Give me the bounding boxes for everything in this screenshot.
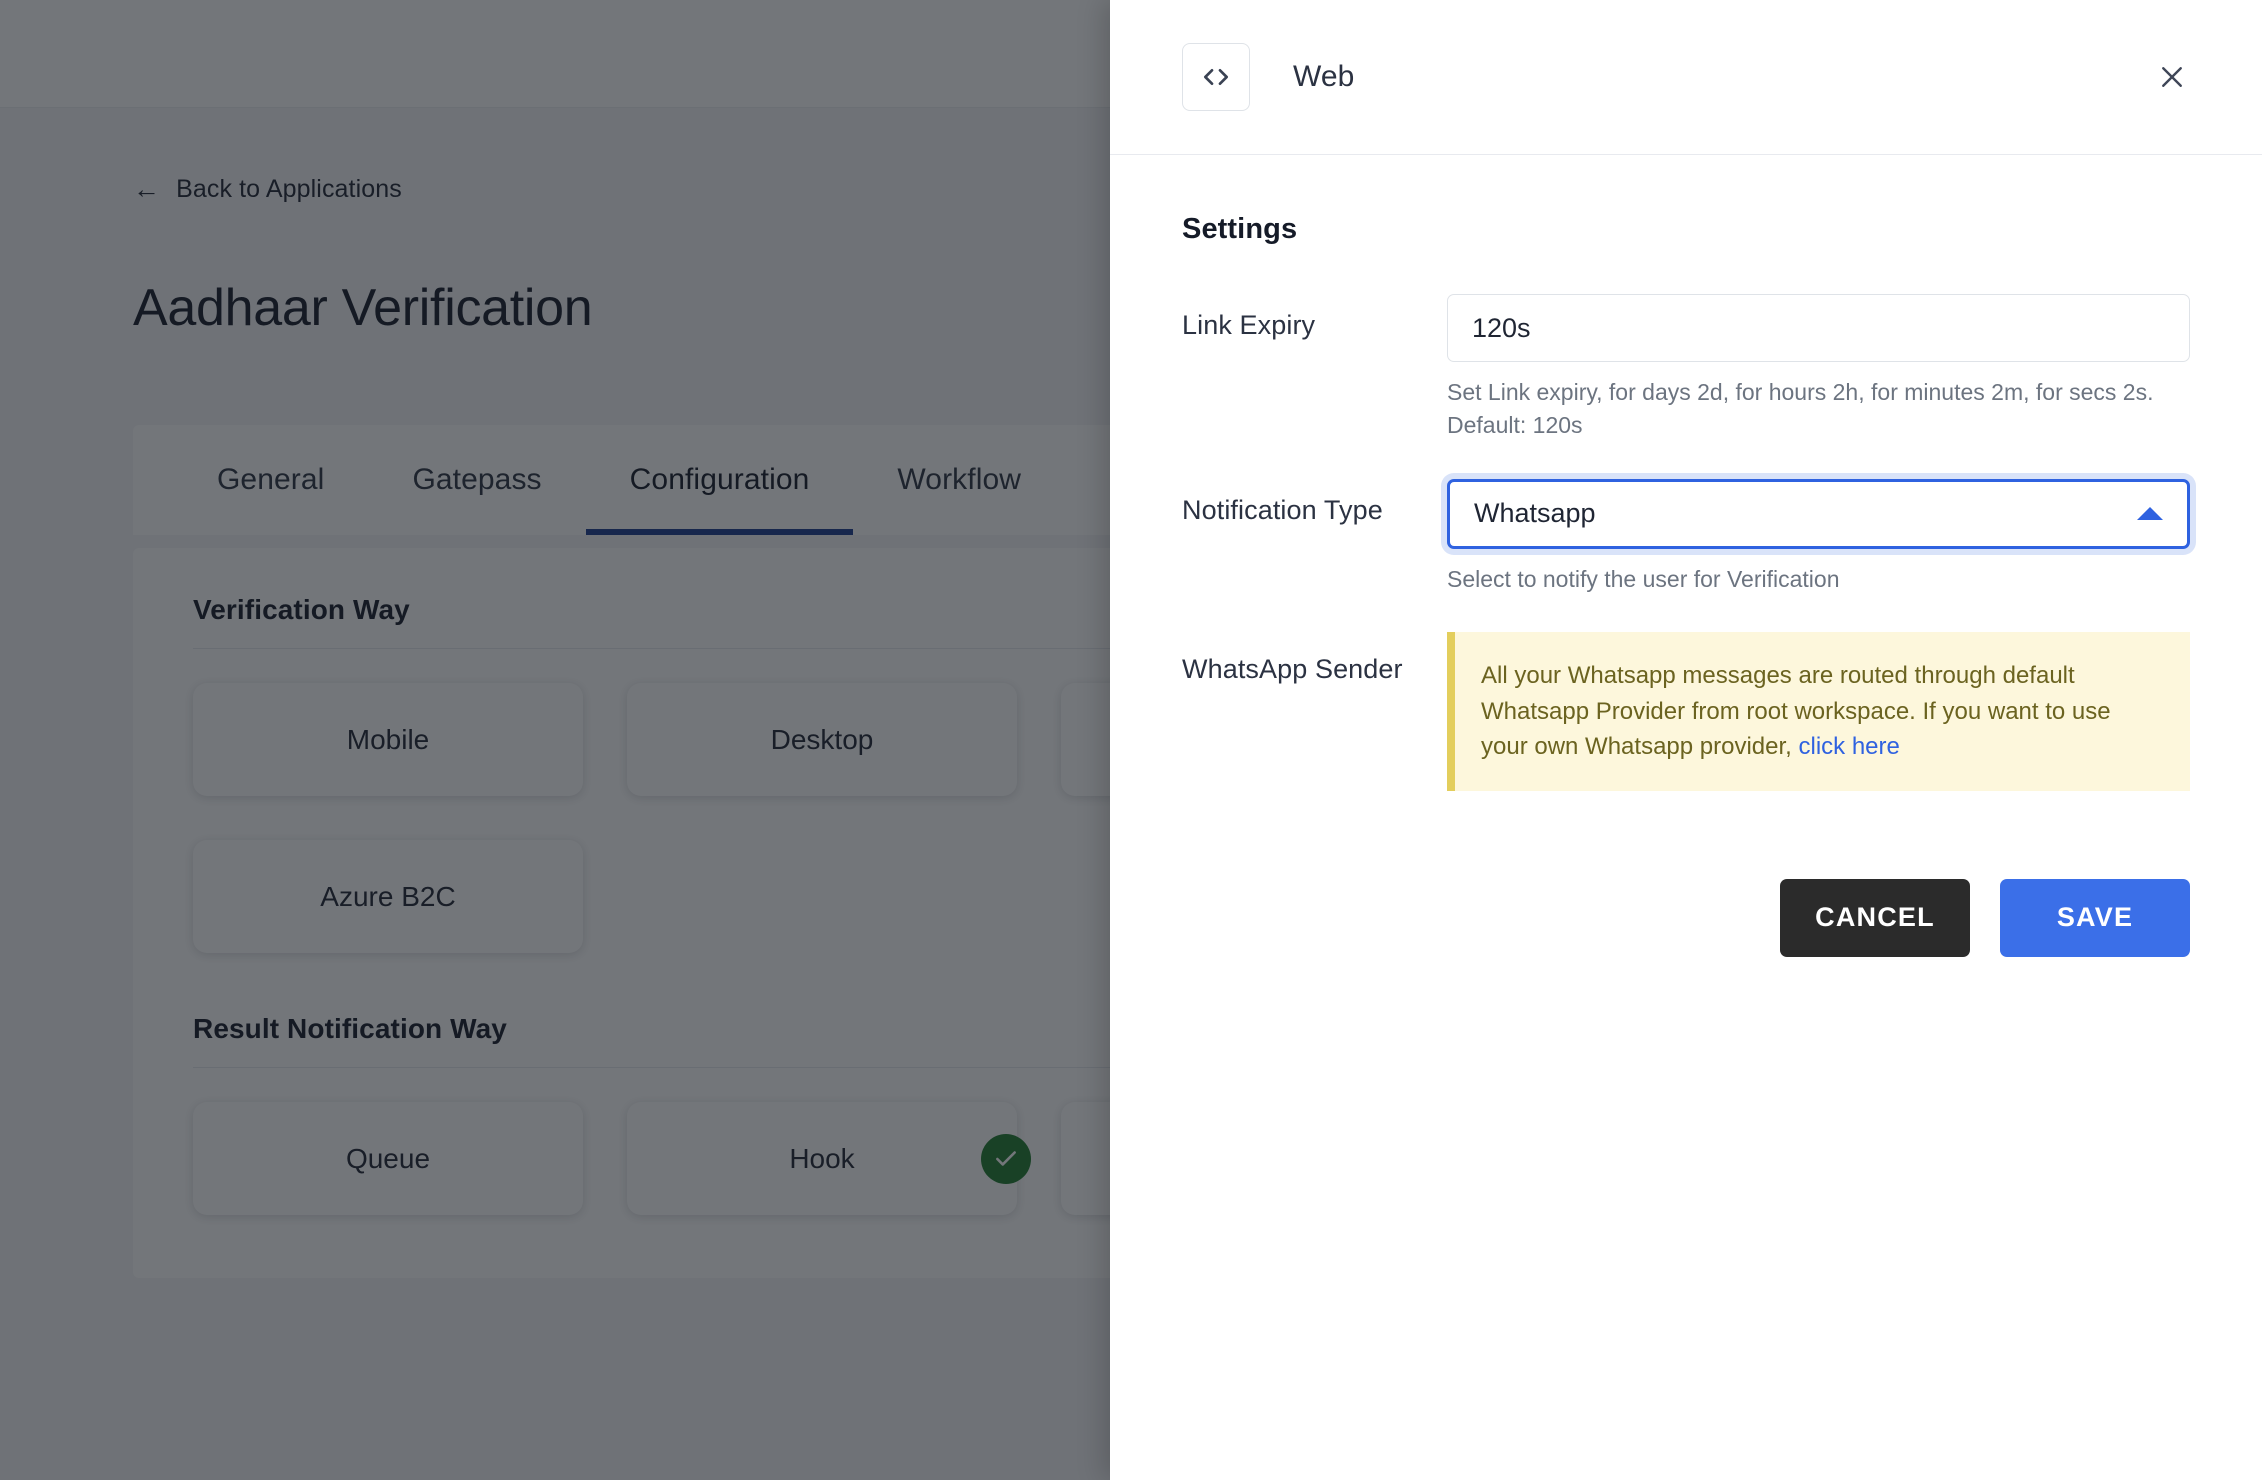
field-link-expiry: Link Expiry Set Link expiry, for days 2d… [1182,294,2190,443]
whatsapp-sender-label: WhatsApp Sender [1182,632,1447,685]
link-expiry-input[interactable] [1447,294,2190,362]
cancel-button[interactable]: CANCEL [1780,879,1970,957]
close-icon[interactable] [2146,51,2198,103]
whatsapp-sender-control: All your Whatsapp messages are routed th… [1447,632,2190,791]
whatsapp-sender-alert-text: All your Whatsapp messages are routed th… [1481,662,2111,760]
web-settings-drawer: Web Settings Link Expiry Set Link expiry… [1110,0,2262,1480]
code-icon [1182,43,1250,111]
field-whatsapp-sender: WhatsApp Sender All your Whatsapp messag… [1182,632,2190,791]
whatsapp-provider-link[interactable]: click here [1799,733,1900,760]
settings-heading: Settings [1182,213,2190,246]
notification-type-control: Whatsapp Select to notify the user for V… [1447,479,2190,596]
screen-root: ← Back to Applications Aadhaar Verificat… [0,0,2262,1480]
field-notification-type: Notification Type Whatsapp Select to not… [1182,479,2190,596]
link-expiry-control: Set Link expiry, for days 2d, for hours … [1447,294,2190,443]
notification-type-help: Select to notify the user for Verificati… [1447,563,2190,596]
notification-type-select[interactable]: Whatsapp [1447,479,2190,549]
notification-type-value: Whatsapp [1474,498,2137,529]
link-expiry-label: Link Expiry [1182,294,1447,341]
link-expiry-help: Set Link expiry, for days 2d, for hours … [1447,376,2190,443]
drawer-header: Web [1110,0,2262,155]
drawer-title: Web [1293,60,1354,94]
notification-type-label: Notification Type [1182,479,1447,526]
drawer-actions: CANCEL SAVE [1182,879,2190,957]
whatsapp-sender-alert: All your Whatsapp messages are routed th… [1447,632,2190,791]
drawer-body: Settings Link Expiry Set Link expiry, fo… [1110,155,2262,957]
chevron-up-icon [2137,507,2163,520]
save-button[interactable]: SAVE [2000,879,2190,957]
